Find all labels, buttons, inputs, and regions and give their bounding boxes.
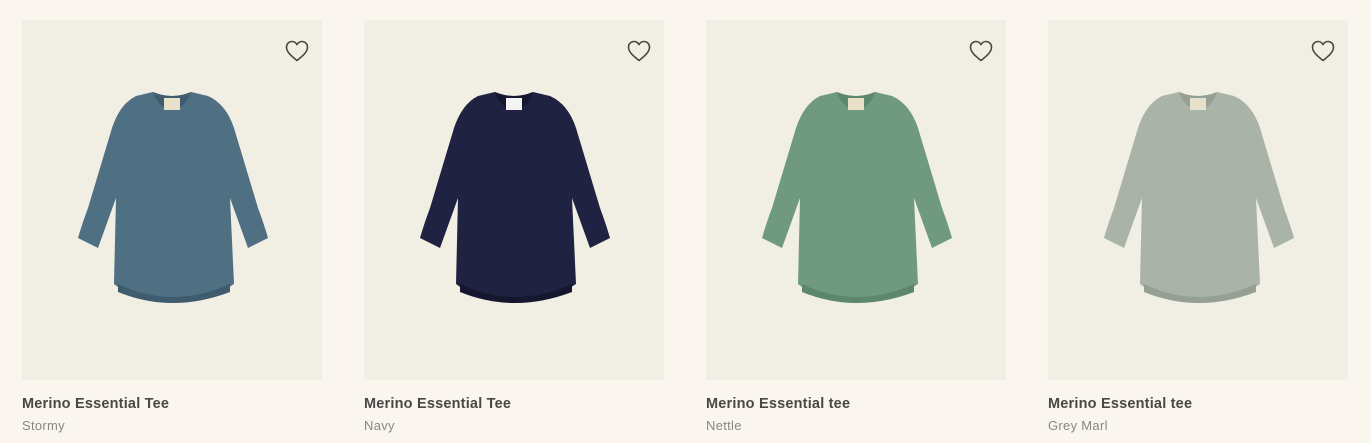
product-title[interactable]: Merino Essential Tee <box>364 396 664 413</box>
product-image[interactable] <box>1048 20 1348 380</box>
product-image[interactable] <box>706 20 1006 380</box>
tee-illustration <box>762 92 952 303</box>
product-color-name: Grey Marl <box>1048 418 1108 433</box>
product-title[interactable]: Merino Essential tee <box>1048 396 1348 413</box>
product-card[interactable]: Merino Essential tee Nettle <box>706 20 1006 433</box>
product-card[interactable]: Merino Essential tee Grey Marl <box>1048 20 1348 433</box>
product-color-name: Nettle <box>706 418 742 433</box>
tee-illustration <box>420 92 610 303</box>
product-image[interactable] <box>22 20 322 380</box>
product-image[interactable] <box>364 20 664 380</box>
heart-outline-icon[interactable] <box>969 40 993 62</box>
product-grid: Merino Essential Tee Stormy Merino Essen… <box>0 0 1371 443</box>
heart-outline-icon[interactable] <box>627 40 651 62</box>
heart-outline-icon[interactable] <box>1311 40 1335 62</box>
product-title[interactable]: Merino Essential Tee <box>22 396 322 413</box>
product-color-name: Navy <box>364 418 395 433</box>
tee-illustration <box>1104 92 1294 303</box>
tee-illustration <box>78 92 268 303</box>
product-card[interactable]: Merino Essential Tee Stormy <box>22 20 322 433</box>
heart-outline-icon[interactable] <box>285 40 309 62</box>
product-title[interactable]: Merino Essential tee <box>706 396 1006 413</box>
product-color-name: Stormy <box>22 418 65 433</box>
product-card[interactable]: Merino Essential Tee Navy <box>364 20 664 433</box>
